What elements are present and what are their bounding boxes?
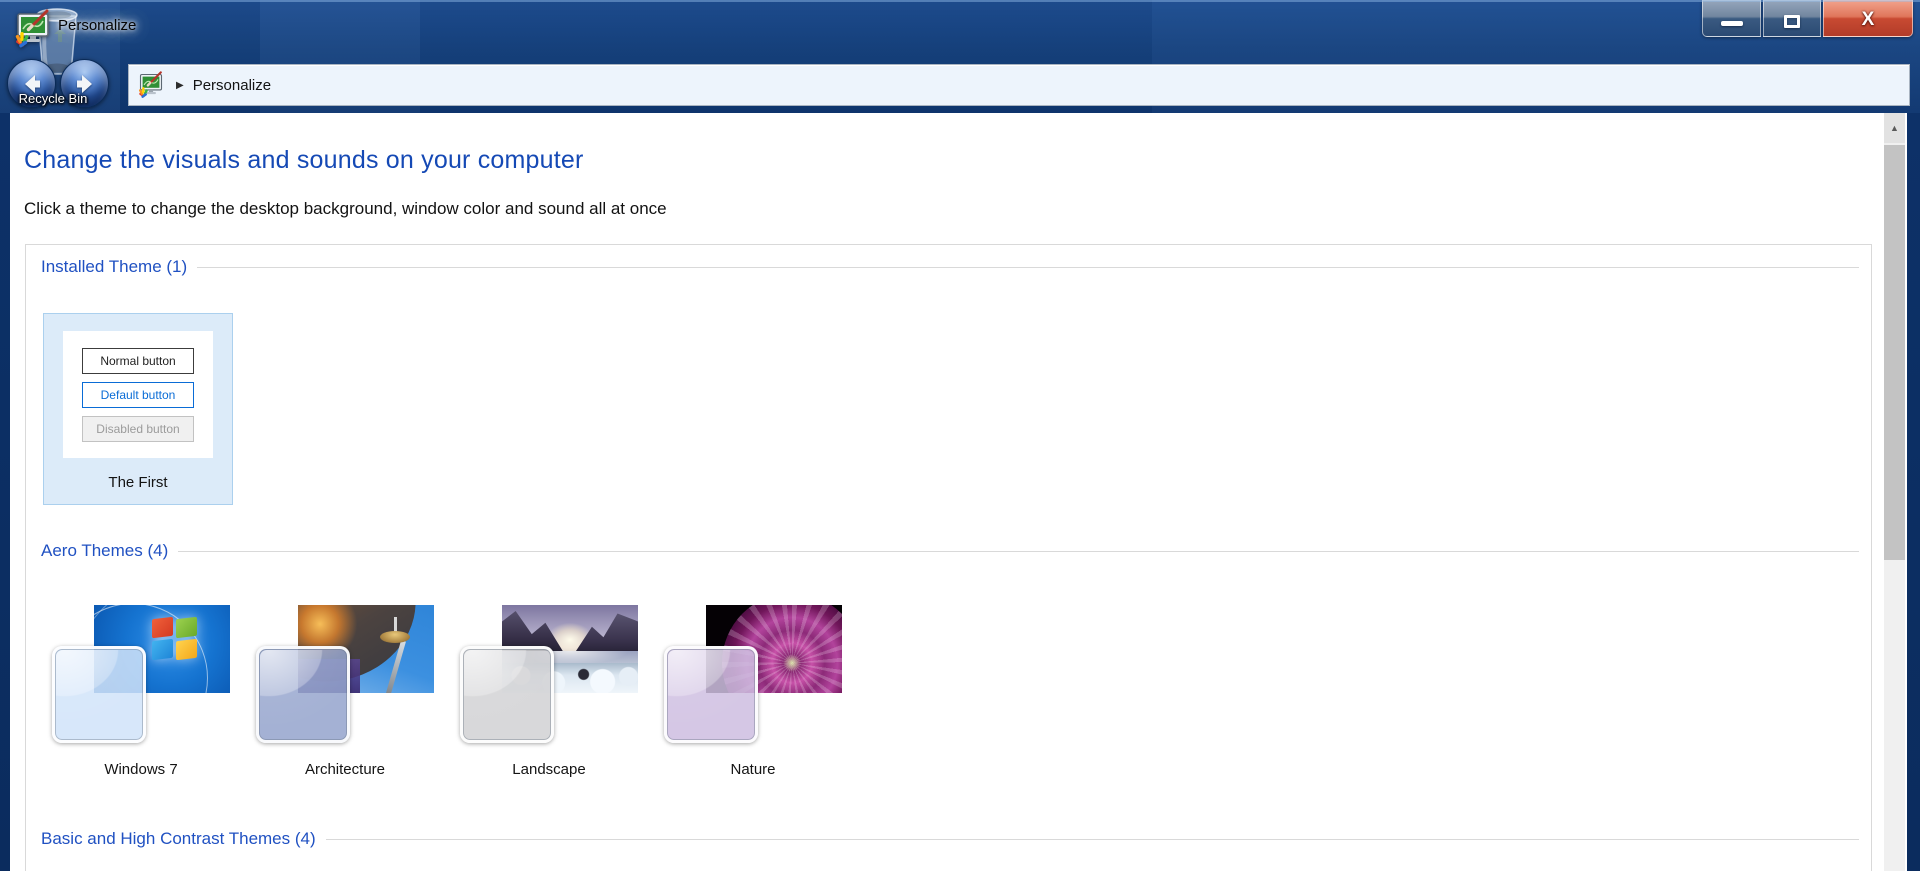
page-subtitle: Click a theme to change the desktop back… [24,199,667,218]
page-title: Change the visuals and sounds on your co… [24,146,584,174]
section-rule [178,550,1859,552]
theme-name: Architecture [304,761,386,778]
section-title: Installed Theme (1) [41,257,188,276]
minimize-icon [1720,20,1743,26]
address-bar[interactable]: ▶ Personalize [128,64,1910,106]
app-icon-personalize[interactable] [13,9,53,49]
theme-art [52,605,230,743]
section-header-basic: Basic and High Contrast Themes (4) [41,829,1859,849]
breadcrumb-item-personalize[interactable]: Personalize [193,77,271,94]
content-area: Change the visuals and sounds on your co… [10,113,1907,871]
close-icon: X [1861,9,1875,30]
maximize-button[interactable] [1763,0,1821,37]
maximize-icon [1784,14,1800,28]
personalize-window: Personalize X Recycle Bin ▶ Personalize … [0,0,1920,871]
themes-list: Installed Theme (1) Normal button Defaul… [25,244,1872,871]
section-header-aero: Aero Themes (4) [41,541,1859,561]
glass-pane-overlay [256,646,350,743]
vertical-scrollbar[interactable]: ▲ [1884,113,1905,871]
theme-item-windows7[interactable]: Windows 7 [52,605,230,778]
theme-name: Nature [730,761,776,778]
glass-pane-overlay [460,646,554,743]
scrollbar-up-button[interactable]: ▲ [1884,113,1905,143]
glass-pane-overlay [664,646,758,743]
section-title: Aero Themes (4) [41,541,169,560]
recycle-bin-label[interactable]: Recycle Bin [0,91,106,106]
glass-pane-overlay [52,646,146,743]
aero-themes-row: Windows 7 Architecture Landscape Nature [52,605,842,778]
theme-item-landscape[interactable]: Landscape [460,605,638,778]
minimize-button[interactable] [1702,0,1761,37]
theme-item-the-first[interactable]: Normal button Default button Disabled bu… [43,313,233,505]
theme-item-nature[interactable]: Nature [664,605,842,778]
section-header-installed: Installed Theme (1) [41,257,1859,277]
caption-button-group: X [1702,0,1913,37]
windows-flag-icon [152,616,198,662]
theme-item-architecture[interactable]: Architecture [256,605,434,778]
close-button[interactable]: X [1823,0,1913,37]
theme-art [460,605,638,743]
breadcrumb-arrow-icon: ▶ [176,79,184,91]
section-rule [197,266,1859,268]
scrollbar-thumb[interactable] [1884,145,1905,560]
preview-disabled-button: Disabled button [82,415,194,442]
theme-preview: Normal button Default button Disabled bu… [63,331,213,458]
breadcrumb-location-icon [138,71,163,98]
theme-name: Landscape [512,761,586,778]
preview-normal-button: Normal button [82,347,194,374]
window-title: Personalize [58,17,137,34]
section-rule [325,838,1859,840]
section-title: Basic and High Contrast Themes (4) [41,829,316,848]
theme-art [664,605,842,743]
scroll-up-icon: ▲ [1890,123,1899,133]
theme-art [256,605,434,743]
preview-default-button: Default button [82,381,194,408]
theme-name: The First [108,474,168,491]
theme-name: Windows 7 [104,761,178,778]
